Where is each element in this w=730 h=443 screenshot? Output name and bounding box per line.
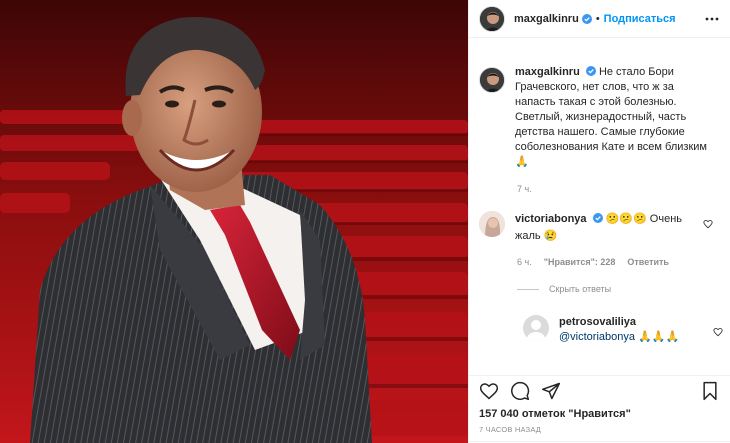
divider-line (517, 288, 539, 290)
commenter-avatar[interactable] (479, 211, 505, 237)
reply-username[interactable]: petrosovaliliya (559, 316, 636, 328)
commenter-username[interactable]: victoriabonya (515, 213, 587, 225)
post-caption: maxgalkinru Не стало Бори Грачевского, н… (479, 65, 723, 170)
caption-author-avatar[interactable] (479, 67, 505, 93)
action-bar (469, 375, 730, 405)
reply-mention[interactable]: @victoriabonya (559, 331, 635, 343)
posted-time[interactable]: 7 часов назад (469, 423, 730, 441)
comment-likes[interactable]: "Нравится": 228 (544, 257, 616, 267)
verified-badge-icon (581, 13, 592, 24)
bookmark-icon[interactable] (700, 381, 720, 401)
comment-time[interactable]: 6 ч. (517, 257, 532, 267)
default-avatar-icon[interactable] (523, 315, 549, 341)
reply-text: 🙏🙏🙏 (638, 331, 680, 343)
header-separator: • (595, 12, 600, 25)
reply-button[interactable]: Ответить (627, 257, 669, 267)
reply-item: petrosovaliliya @victoriabonya 🙏🙏🙏 (523, 315, 723, 345)
share-icon[interactable] (541, 381, 561, 401)
comment-icon[interactable] (510, 381, 530, 401)
heart-icon[interactable] (479, 381, 499, 401)
instagram-post: maxgalkinru • Подписаться maxgalkinru Не… (0, 0, 730, 443)
photo-man-in-theater (0, 0, 468, 443)
likes-count[interactable]: 157 040 отметок "Нравится" (469, 405, 730, 423)
follow-button[interactable]: Подписаться (604, 13, 676, 25)
caption-username[interactable]: maxgalkinru (515, 66, 580, 78)
author-avatar[interactable] (479, 5, 505, 32)
post-photo[interactable] (0, 0, 468, 443)
comment-like-heart-icon[interactable] (703, 219, 713, 229)
caption-text: Не стало Бори Грачевского, нет слов, что… (515, 66, 707, 168)
reply-like-heart-icon[interactable] (713, 327, 723, 337)
verified-badge-icon (585, 66, 596, 76)
hide-replies-button[interactable]: Скрыть ответы (517, 284, 611, 294)
verified-badge-icon (592, 213, 603, 223)
reply-text-block: petrosovaliliya @victoriabonya 🙏🙏🙏 (559, 315, 679, 345)
comment-meta: 6 ч. "Нравится": 228 Ответить (517, 257, 669, 267)
caption-time[interactable]: 7 ч. (517, 184, 532, 194)
hide-replies-label: Скрыть ответы (549, 284, 612, 294)
author-username[interactable]: maxgalkinru (514, 13, 579, 25)
comments-area[interactable]: maxgalkinru Не стало Бори Грачевского, н… (469, 38, 730, 375)
post-side-panel: maxgalkinru • Подписаться maxgalkinru Не… (468, 0, 730, 443)
post-header: maxgalkinru • Подписаться (469, 0, 730, 38)
comment-item: victoriabonya 😕😕😕 Очень жаль 😢 (479, 211, 723, 245)
more-icon[interactable] (704, 11, 720, 27)
comment-text-block: victoriabonya 😕😕😕 Очень жаль 😢 (515, 211, 690, 245)
caption-text-block: maxgalkinru Не стало Бори Грачевского, н… (515, 65, 715, 170)
